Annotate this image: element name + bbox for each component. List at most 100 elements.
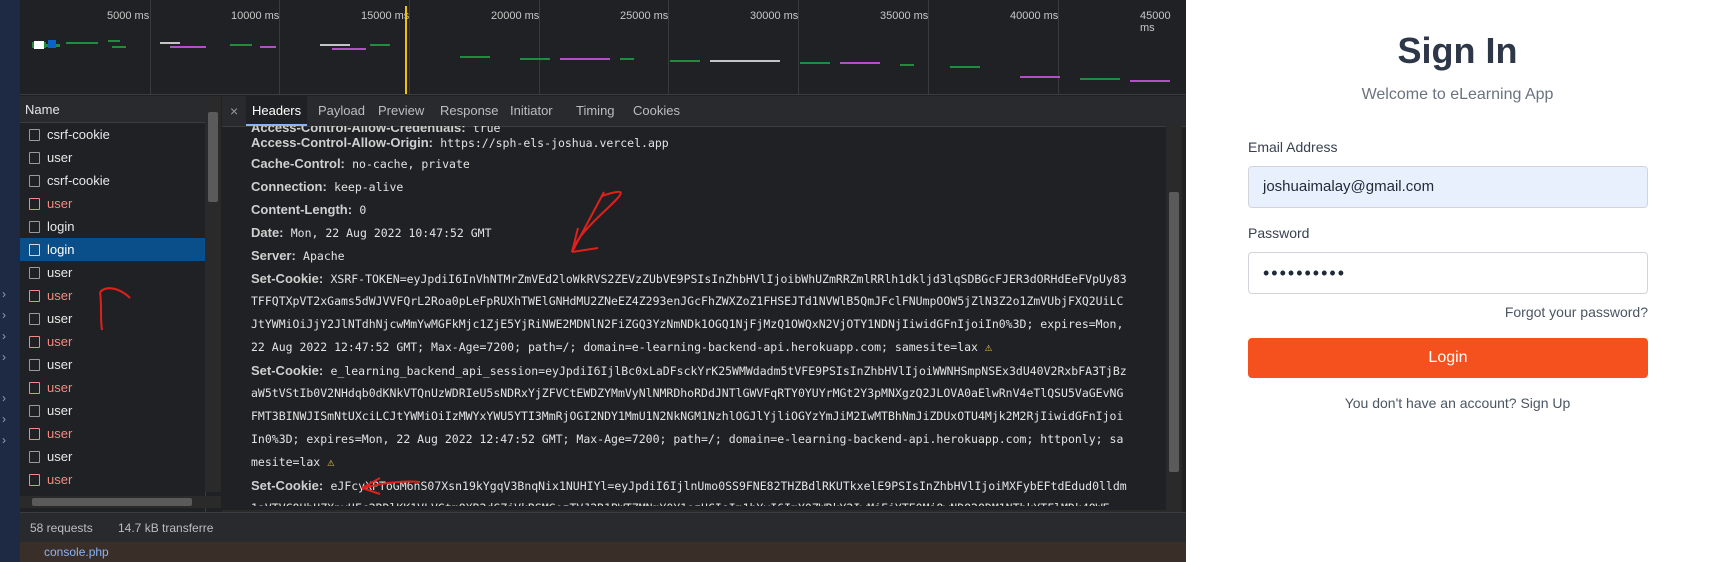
request-row[interactable]: user	[20, 192, 205, 215]
page-subtitle: Welcome to eLearning App	[1361, 86, 1554, 103]
request-row[interactable]: user	[20, 330, 205, 353]
header-value-text: mesite=lax	[251, 455, 321, 469]
header-value-continuation: 1aVTVCQUhUZXpvUFc2RDlKK1VLVGtmQXB2dGZjVk…	[251, 497, 1110, 506]
document-icon	[29, 359, 40, 371]
header-row: Connection: keep-alive	[251, 175, 403, 199]
timeline-request-bar	[66, 42, 98, 44]
request-row[interactable]: user	[20, 307, 205, 330]
header-key: Access-Control-Allow-Origin:	[251, 135, 434, 150]
chevron-right-icon[interactable]: ›	[2, 390, 18, 406]
editor-side-strip: › › › › › › ›	[0, 0, 20, 562]
header-key: Date:	[251, 225, 284, 240]
header-value: 0	[359, 203, 367, 217]
page-title: Sign In	[1397, 30, 1518, 71]
request-row[interactable]: login	[20, 238, 205, 261]
warning-icon[interactable]: ⚠	[985, 340, 992, 354]
name-column-label: Name	[25, 102, 60, 117]
timeline-current-marker[interactable]	[405, 6, 407, 94]
password-label: Password	[1248, 225, 1310, 241]
forgot-password-link[interactable]: Forgot your password?	[1248, 304, 1648, 320]
tab-preview[interactable]: Preview	[372, 96, 430, 126]
timeline-request-bar	[370, 44, 390, 46]
tab-payload[interactable]: Payload	[312, 96, 371, 126]
header-row: Cache-Control: no-cache, private	[251, 152, 470, 176]
timeline-request-bar	[48, 40, 56, 48]
warning-icon[interactable]: ⚠	[327, 455, 334, 469]
timeline-request-bar	[108, 40, 120, 42]
request-row[interactable]: csrf-cookie	[20, 123, 205, 146]
tab-headers[interactable]: Headers	[246, 96, 308, 126]
request-row[interactable]: user	[20, 399, 205, 422]
request-row[interactable]: csrf-cookie	[20, 169, 205, 192]
header-value: eJFcyXPToGM6nS07Xsn19kYgqV3BnqNix1NUHIYl…	[330, 479, 1127, 493]
request-row[interactable]: user	[20, 146, 205, 169]
request-name: csrf-cookie	[47, 127, 110, 142]
login-button[interactable]: Login	[1248, 338, 1648, 378]
signin-panel: Sign In Welcome to eLearning App Email A…	[1186, 0, 1729, 562]
request-row[interactable]: user	[20, 422, 205, 445]
name-list-horizontal-scrollbar[interactable]	[20, 496, 221, 508]
document-icon	[29, 129, 40, 141]
tab-initiator[interactable]: Initiator	[504, 96, 559, 126]
name-column-header[interactable]: Name	[20, 96, 205, 123]
timeline-request-bar	[710, 60, 780, 62]
document-icon	[29, 198, 40, 210]
scrollbar-thumb[interactable]	[1169, 192, 1179, 472]
header-row: Set-Cookie: eJFcyXPToGM6nS07Xsn19kYgqV3B…	[251, 474, 1127, 498]
document-icon	[29, 428, 40, 440]
chevron-right-icon[interactable]: ›	[2, 307, 18, 323]
request-name: login	[47, 219, 75, 234]
document-icon	[29, 451, 40, 463]
tab-response[interactable]: Response	[434, 96, 505, 126]
header-key: Content-Length:	[251, 202, 353, 217]
request-row[interactable]: user	[20, 468, 205, 491]
request-name-list[interactable]: Name csrf-cookie user csrf-cookie user login…	[20, 96, 206, 522]
request-count: 58 requests	[30, 521, 93, 535]
password-field[interactable]: ••••••••••	[1248, 252, 1648, 294]
tab-cookies[interactable]: Cookies	[627, 96, 686, 126]
request-row[interactable]: user	[20, 261, 205, 284]
header-key: Set-Cookie:	[251, 363, 324, 378]
scrollbar-thumb[interactable]	[208, 112, 218, 202]
header-value: keep-alive	[334, 180, 404, 194]
email-field[interactable]: joshuaimalay@gmail.com	[1248, 166, 1648, 208]
chevron-right-icon[interactable]: ›	[2, 286, 18, 302]
chevron-right-icon[interactable]: ›	[2, 328, 18, 344]
timeline-request-bar	[900, 64, 914, 66]
request-row[interactable]: user	[20, 376, 205, 399]
header-value-continuation: 22 Aug 2022 12:47:52 GMT; Max-Age=7200; …	[251, 336, 992, 359]
network-overview-timeline[interactable]: 5000 ms 10000 ms 15000 ms 20000 ms 25000…	[20, 0, 1186, 95]
document-icon	[29, 336, 40, 348]
detail-vertical-scrollbar[interactable]	[1166, 126, 1182, 522]
chevron-right-icon[interactable]: ›	[2, 432, 18, 448]
header-key: Set-Cookie:	[251, 271, 324, 286]
scrollbar-thumb[interactable]	[32, 498, 192, 506]
tab-timing[interactable]: Timing	[570, 96, 621, 126]
request-name: user	[47, 334, 73, 349]
header-value: e_learning_backend_api_session=eyJpdiI6I…	[330, 364, 1127, 378]
editor-file-tab[interactable]: console.php	[20, 542, 1186, 562]
header-key: Server:	[251, 248, 296, 263]
request-row[interactable]: user	[20, 445, 205, 468]
timeline-request-bar	[230, 44, 252, 46]
signup-link[interactable]: You don't have an account? Sign Up	[1186, 395, 1729, 411]
timeline-request-bar	[950, 66, 980, 68]
timeline-request-bar	[112, 46, 126, 48]
header-value-continuation: TFFQTXpVT2xGams5dWJVVFQrL2Roa0pLeFpRUXhT…	[251, 294, 1124, 308]
timeline-request-bar	[160, 42, 180, 44]
header-value-continuation: In0%3D; expires=Mon, 22 Aug 2022 12:47:5…	[251, 432, 1124, 446]
name-list-vertical-scrollbar[interactable]	[205, 96, 221, 492]
request-row[interactable]: user	[20, 353, 205, 376]
request-name: user	[47, 403, 73, 418]
timeline-request-bar	[840, 62, 880, 64]
timeline-gridline	[150, 0, 151, 94]
request-name: user	[47, 265, 73, 280]
request-name: user	[47, 311, 73, 326]
chevron-right-icon[interactable]: ›	[2, 411, 18, 427]
close-icon[interactable]: ×	[230, 96, 238, 126]
request-row[interactable]: user	[20, 284, 205, 307]
request-row[interactable]: login	[20, 215, 205, 238]
timeline-tick: 15000 ms	[361, 10, 410, 22]
chevron-right-icon[interactable]: ›	[2, 349, 18, 365]
detail-tab-bar: × Headers Payload Preview Response Initi…	[222, 96, 1186, 127]
